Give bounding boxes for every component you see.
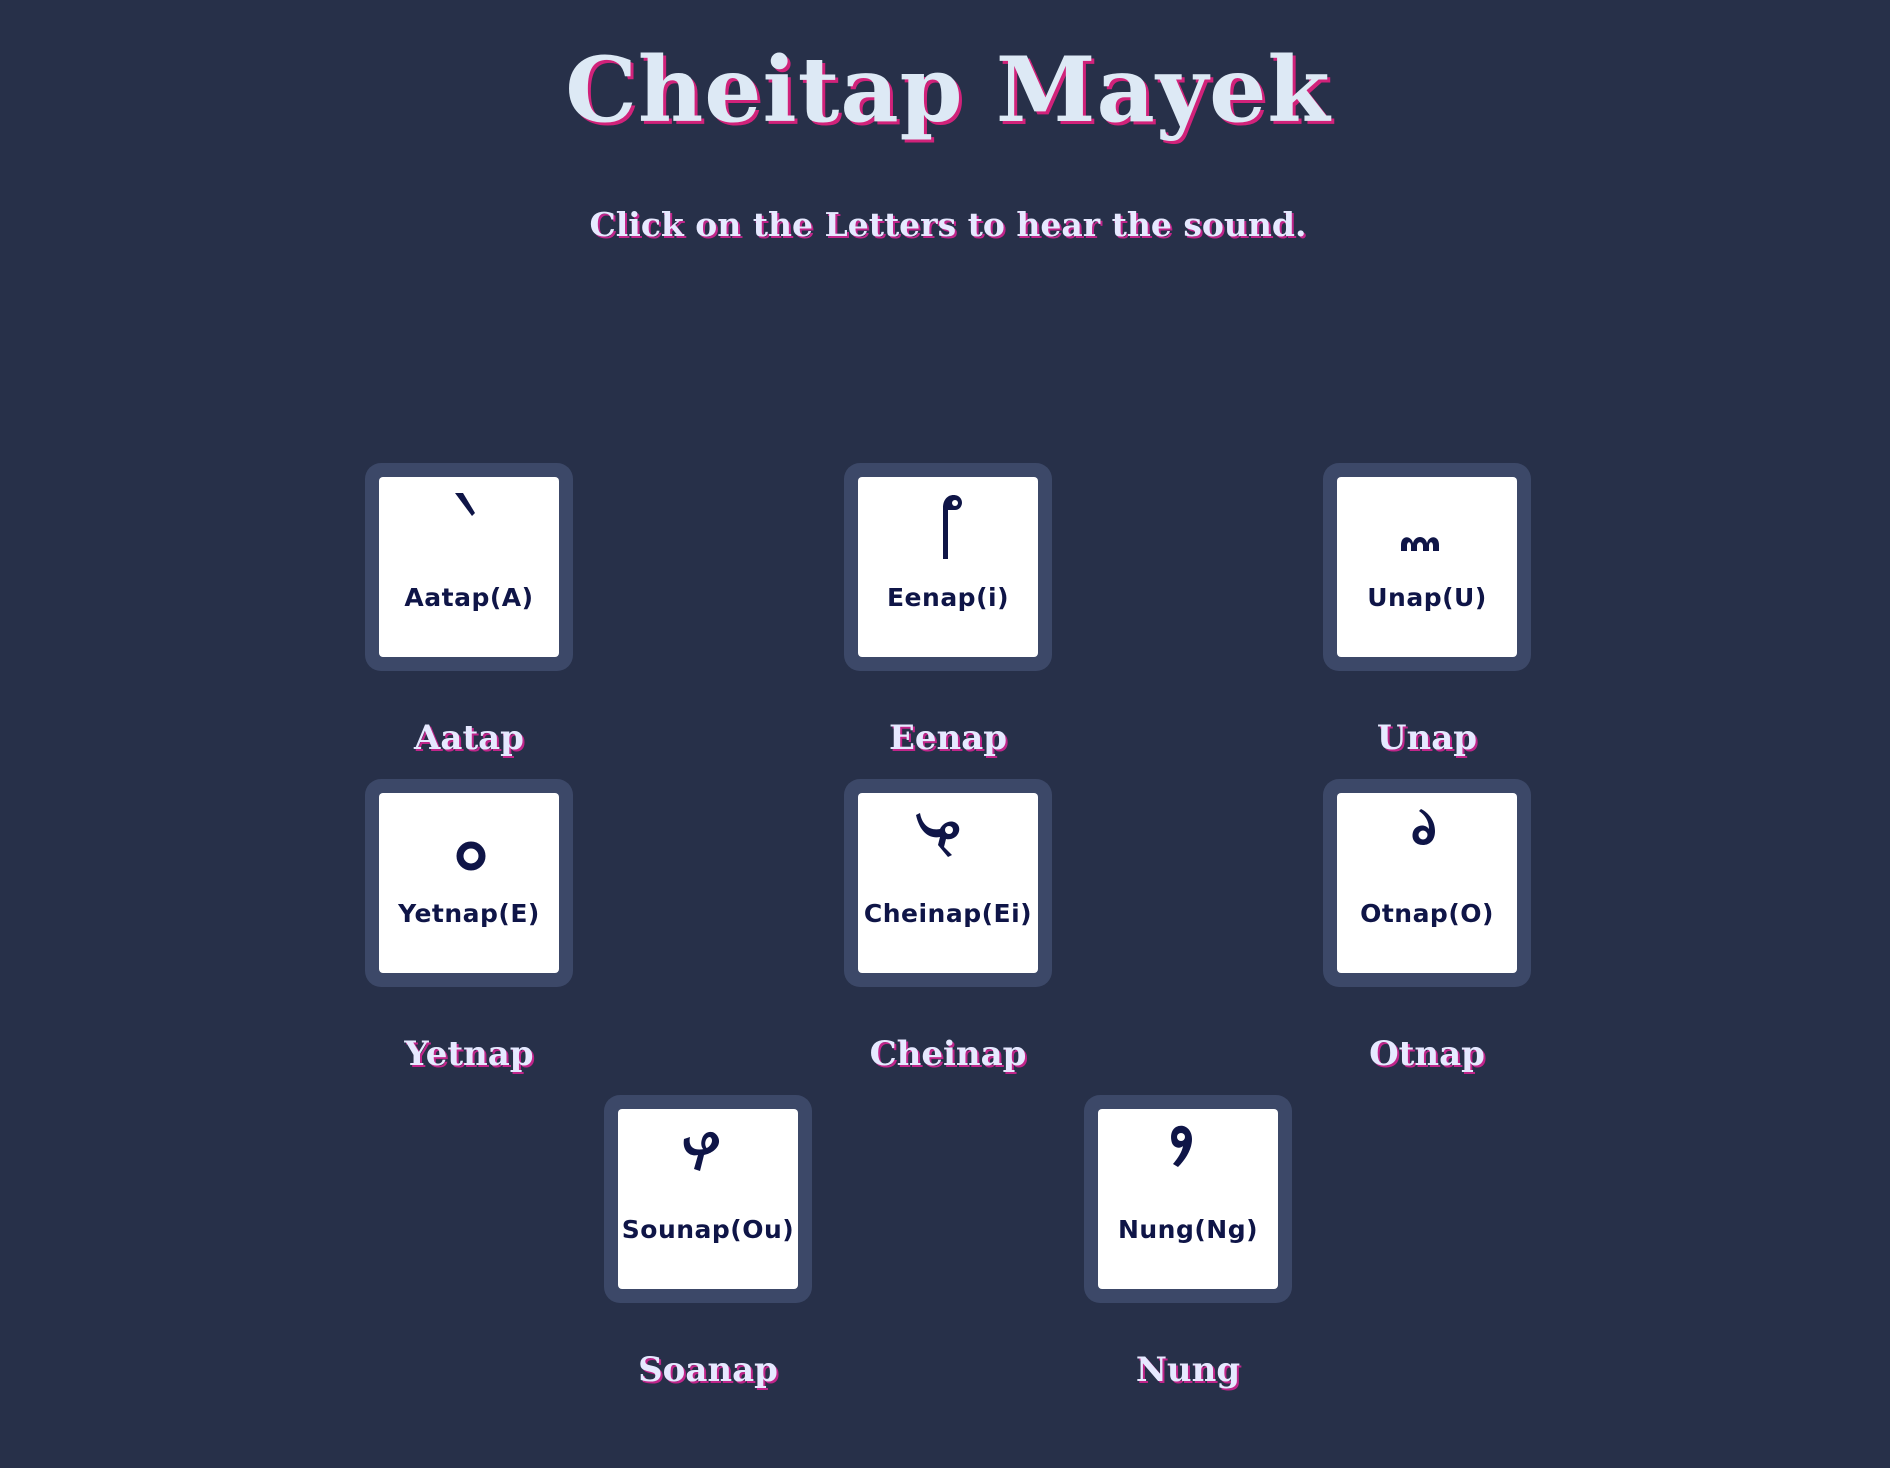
- letter-cell-sounap: Sounap(Ou) Soanap: [604, 1095, 812, 1468]
- letter-key-label: Sounap(Ou): [621, 1215, 795, 1244]
- letter-cell-cheinap: Cheinap(Ei) Cheinap: [844, 779, 1052, 1152]
- nung-glyph-icon: [1098, 1115, 1278, 1205]
- letter-key-face[interactable]: Cheinap(Ei): [858, 793, 1038, 973]
- letter-caption: Cheinap: [869, 1034, 1027, 1074]
- letter-caption: Yetnap: [404, 1034, 534, 1074]
- page-title: Cheitap Mayek: [565, 37, 1331, 143]
- yetnap-glyph-icon: [379, 799, 559, 889]
- letter-key-label: Yetnap(E): [398, 899, 540, 928]
- letter-caption: Aatap: [414, 718, 524, 758]
- letter-cell-otnap: Otnap(O) Otnap: [1323, 779, 1531, 1152]
- unap-glyph-icon: [1337, 483, 1517, 573]
- letter-caption: Otnap: [1369, 1034, 1485, 1074]
- letter-key-face[interactable]: Eenap(i): [858, 477, 1038, 657]
- letter-key-face[interactable]: Sounap(Ou): [618, 1109, 798, 1289]
- instruction-text: Click on the Letters to hear the sound.: [589, 205, 1307, 244]
- letter-key-face[interactable]: Unap(U): [1337, 477, 1517, 657]
- letter-caption: Eenap: [888, 718, 1008, 758]
- letter-caption: Unap: [1376, 718, 1478, 758]
- letter-key-yetnap[interactable]: Yetnap(E): [365, 779, 573, 987]
- letter-key-face[interactable]: Yetnap(E): [379, 793, 559, 973]
- otnap-glyph-icon: [1337, 799, 1517, 889]
- letter-key-label: Otnap(O): [1360, 899, 1494, 928]
- sounap-glyph-icon: [618, 1115, 798, 1205]
- letter-cell-nung: Nung(Ng) Nung: [1084, 1095, 1292, 1468]
- cheinap-glyph-icon: [858, 799, 1038, 889]
- letter-key-aatap[interactable]: Aatap(A): [365, 463, 573, 671]
- letter-key-nung[interactable]: Nung(Ng): [1084, 1095, 1292, 1303]
- letter-key-otnap[interactable]: Otnap(O): [1323, 779, 1531, 987]
- letter-key-label: Cheinap(Ei): [863, 899, 1033, 928]
- letter-key-sounap[interactable]: Sounap(Ou): [604, 1095, 812, 1303]
- letter-key-eenap[interactable]: Eenap(i): [844, 463, 1052, 671]
- aatap-glyph-icon: [379, 483, 559, 573]
- letter-key-face[interactable]: Aatap(A): [379, 477, 559, 657]
- letter-key-face[interactable]: Nung(Ng): [1098, 1109, 1278, 1289]
- letter-cell-yetnap: Yetnap(E) Yetnap: [365, 779, 573, 1152]
- letter-key-unap[interactable]: Unap(U): [1323, 463, 1531, 671]
- letter-caption: Soanap: [638, 1350, 778, 1390]
- eenap-glyph-icon: [858, 483, 1038, 573]
- letter-key-cheinap[interactable]: Cheinap(Ei): [844, 779, 1052, 987]
- letter-caption: Nung: [1135, 1350, 1241, 1390]
- letter-key-face[interactable]: Otnap(O): [1337, 793, 1517, 973]
- letter-key-label: Aatap(A): [404, 583, 534, 612]
- letter-key-label: Eenap(i): [886, 583, 1010, 612]
- letter-key-label: Unap(U): [1367, 583, 1487, 612]
- letter-key-label: Nung(Ng): [1117, 1215, 1259, 1244]
